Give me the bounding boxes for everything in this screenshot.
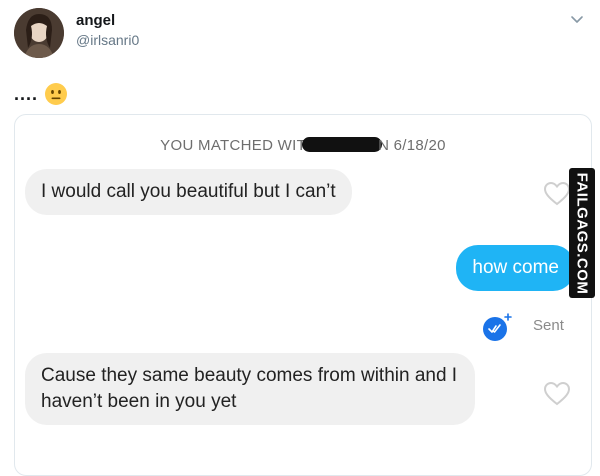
tweet-text: .... (14, 82, 68, 106)
watermark-text: FAILGAGS.COM (573, 172, 591, 294)
sent-message-bubble[interactable]: how come (456, 245, 575, 291)
message-status: Sent (533, 317, 564, 334)
chevron-down-icon[interactable] (568, 10, 586, 28)
received-message-bubble[interactable]: Cause they same beauty comes from within… (25, 353, 475, 425)
avatar[interactable] (14, 8, 64, 58)
watermark: FAILGAGS.COM (569, 168, 595, 298)
handle[interactable]: @irlsanri0 (76, 32, 139, 48)
received-message-bubble[interactable]: I would call you beautiful but I can’t (25, 169, 352, 215)
chat-screenshot-card[interactable]: YOU MATCHED WIT N 6/18/20 I would call yo… (14, 114, 592, 476)
matched-suffix: N 6/18/20 (378, 137, 446, 154)
heart-icon[interactable] (543, 181, 571, 207)
read-receipt-icon (483, 313, 512, 341)
heart-icon[interactable] (543, 381, 571, 407)
display-name[interactable]: angel (76, 12, 115, 29)
tweet-header: angel @irlsanri0 (0, 0, 600, 70)
neutral-face-emoji-icon (45, 83, 68, 105)
tweet-text-dots: .... (14, 83, 39, 104)
matched-prefix: YOU MATCHED WIT (160, 137, 307, 154)
redaction-bar (302, 137, 383, 152)
avatar-image (14, 8, 64, 58)
matched-banner: YOU MATCHED WIT N 6/18/20 (15, 137, 591, 154)
